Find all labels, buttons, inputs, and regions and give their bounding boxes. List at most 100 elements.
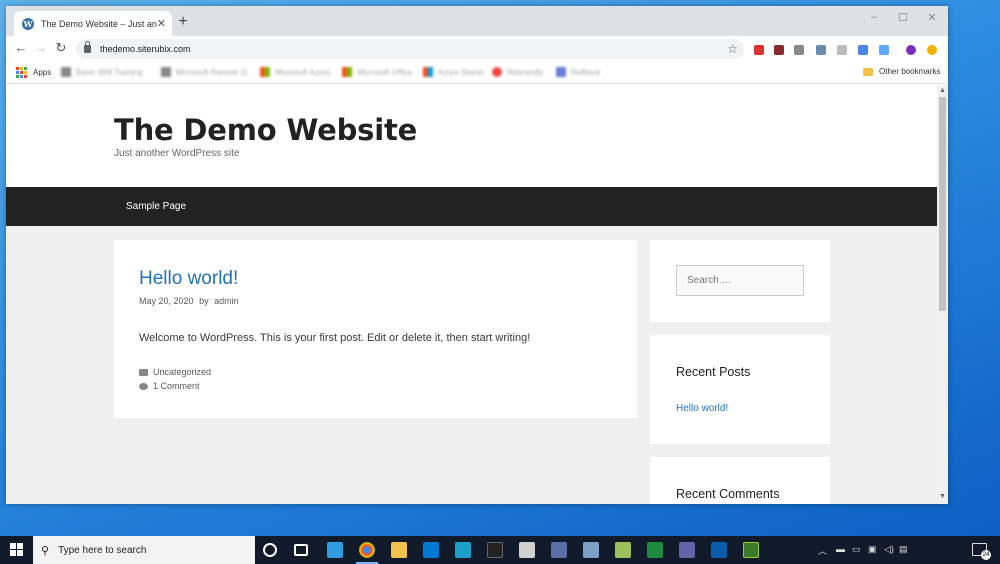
main-navigation: Sample Page — [6, 187, 937, 226]
bookmark-star-icon[interactable]: ☆ — [727, 42, 738, 56]
post-by: by — [199, 296, 209, 306]
widget-title: Recent Comments — [676, 487, 780, 501]
post-comments: 1 Comment — [139, 381, 200, 391]
bookmark-item[interactable]: Microsoft Office — [342, 67, 412, 77]
notification-center-button[interactable]: 24 — [972, 543, 991, 560]
bookmark-item[interactable]: Refback — [556, 67, 600, 77]
close-window-button[interactable]: ✕ — [922, 11, 942, 24]
volume-icon[interactable]: ◁) — [884, 544, 894, 555]
bookmark-item[interactable]: Basic IBM Training — [61, 67, 143, 77]
maximize-button[interactable]: ☐ — [893, 11, 913, 24]
page-scrollbar[interactable]: ▲ ▼ — [937, 85, 948, 504]
folder-icon — [139, 368, 148, 376]
file-explorer-icon[interactable] — [391, 542, 407, 558]
comments-link[interactable]: 1 Comment — [153, 381, 200, 391]
chrome-icon[interactable] — [359, 542, 375, 558]
recent-posts-widget: Recent Posts Hello world! — [650, 335, 830, 444]
task-view-icon[interactable] — [294, 544, 308, 556]
back-button[interactable]: ← — [14, 40, 28, 55]
profile-avatar-icon[interactable] — [906, 45, 916, 55]
network-icon[interactable]: ▣ — [868, 544, 877, 555]
scroll-down-arrow-icon[interactable]: ▼ — [939, 493, 946, 500]
bookmark-label: Refback — [571, 67, 601, 77]
nav-item-sample-page[interactable]: Sample Page — [126, 201, 186, 212]
extension-icon[interactable] — [858, 45, 868, 55]
tab-close-icon[interactable]: ✕ — [157, 17, 166, 30]
post-card: Hello world! May 20, 2020 by admin Welco… — [114, 240, 637, 418]
taskbar-search-box[interactable]: ⚲ Type here to search — [33, 536, 255, 564]
microsoft-logo-icon — [342, 67, 352, 77]
bookmarks-bar: Apps Basic IBM Training Microsoft Remote… — [6, 61, 948, 84]
lock-icon — [84, 41, 91, 53]
app-icon[interactable] — [551, 542, 567, 558]
scroll-up-arrow-icon[interactable]: ▲ — [939, 87, 946, 94]
other-bookmarks[interactable]: Other bookmarks — [863, 67, 940, 76]
microsoft-logo-icon — [423, 67, 433, 77]
bookmark-favicon-icon — [161, 67, 171, 77]
extension-icon[interactable] — [816, 45, 826, 55]
tray-icon[interactable]: ▬ — [836, 544, 845, 554]
excel-icon[interactable] — [647, 542, 663, 558]
app-icon[interactable] — [583, 542, 599, 558]
reload-button[interactable]: ↻ — [54, 40, 68, 56]
site-title[interactable]: The Demo Website — [114, 113, 417, 147]
minimize-button[interactable]: – — [864, 11, 884, 23]
forward-button[interactable]: → — [34, 40, 48, 55]
bookmark-item[interactable]: Azure Status — [423, 67, 484, 77]
bookmark-label: Apps — [33, 68, 52, 77]
bookmark-item[interactable]: Microsoft Azure — [260, 67, 330, 77]
bookmark-apps[interactable]: Apps — [16, 67, 51, 78]
extension-icon[interactable] — [927, 45, 937, 55]
bookmark-label: Azure Status — [438, 67, 484, 77]
bookmark-favicon-icon — [492, 67, 502, 77]
extension-icon[interactable] — [754, 45, 764, 55]
site-header: The Demo Website Just another WordPress … — [6, 85, 937, 187]
edge-icon[interactable] — [327, 542, 343, 558]
folder-icon — [863, 67, 873, 76]
extension-icon[interactable] — [774, 45, 784, 55]
extension-icon[interactable] — [879, 45, 889, 55]
bookmark-favicon-icon — [61, 67, 71, 77]
system-clock[interactable] — [916, 540, 932, 560]
search-input[interactable]: Search … — [676, 265, 804, 296]
tray-icon[interactable]: ▭ — [852, 544, 861, 555]
recent-post-link[interactable]: Hello world! — [676, 403, 728, 414]
post-title[interactable]: Hello world! — [139, 268, 238, 290]
bookmark-label: Microsoft Remote D... — [176, 67, 254, 77]
scrollbar-thumb[interactable] — [939, 97, 946, 311]
bookmark-label: Other bookmarks — [879, 67, 941, 76]
mail-icon[interactable] — [423, 542, 439, 558]
browser-tab[interactable]: W The Demo Website – Just another ✕ — [14, 11, 172, 36]
post-date[interactable]: May 20, 2020 — [139, 296, 194, 306]
bookmark-item[interactable]: Rebrandly — [492, 67, 543, 77]
post-author[interactable]: admin — [214, 296, 239, 306]
tray-chevron-icon[interactable]: ︿ — [818, 544, 827, 557]
extension-icon[interactable] — [794, 45, 804, 55]
start-button[interactable] — [10, 543, 23, 556]
address-bar[interactable]: thedemo.siterubix.com ☆ — [76, 39, 744, 59]
bookmark-label: Rebrandly — [507, 67, 544, 77]
teams-icon[interactable] — [679, 542, 695, 558]
app-icon[interactable] — [711, 542, 727, 558]
app-icon[interactable] — [743, 542, 759, 558]
comment-icon — [139, 382, 148, 390]
windows-taskbar: ⚲ Type here to search ︿ ▬ ▭ ▣ ◁) ▤ 24 — [0, 536, 1000, 564]
post-category: Uncategorized — [139, 367, 211, 377]
bookmark-item[interactable]: Microsoft Remote D... — [161, 67, 253, 77]
notepad-icon[interactable] — [519, 542, 535, 558]
app-icon[interactable] — [615, 542, 631, 558]
post-meta: May 20, 2020 by admin — [139, 296, 239, 306]
cortana-icon[interactable] — [263, 543, 277, 557]
site-tagline: Just another WordPress site — [114, 148, 240, 159]
category-link[interactable]: Uncategorized — [153, 367, 211, 377]
browser-toolbar: ← → ↻ thedemo.siterubix.com ☆ — [6, 36, 948, 61]
new-tab-button[interactable]: + — [176, 13, 190, 31]
store-icon[interactable] — [455, 542, 471, 558]
recent-comments-widget: Recent Comments — [650, 457, 830, 504]
search-icon: ⚲ — [41, 544, 50, 557]
language-icon[interactable]: ▤ — [899, 544, 908, 555]
extension-icon[interactable] — [837, 45, 847, 55]
bookmark-label: Basic IBM Training — [76, 67, 143, 77]
terminal-icon[interactable] — [487, 542, 503, 558]
browser-window: W The Demo Website – Just another ✕ + – … — [6, 6, 948, 504]
